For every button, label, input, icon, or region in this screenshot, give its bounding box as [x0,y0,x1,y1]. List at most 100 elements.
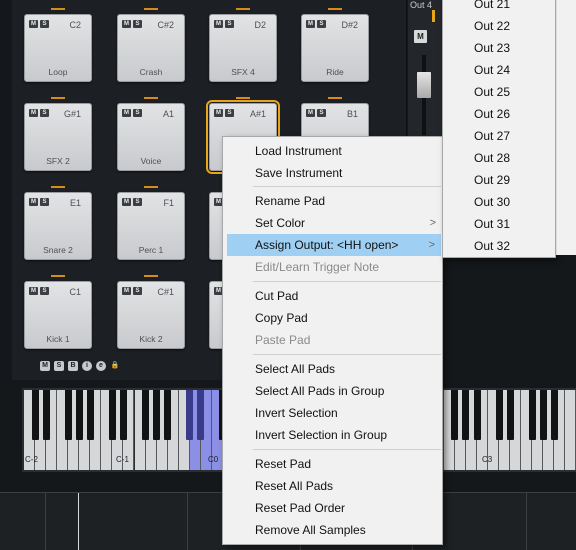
menu-item-set-color[interactable]: Set Color > [223,212,442,234]
pad-note: G#1 [63,109,81,119]
black-key[interactable] [462,390,470,440]
submenu-item-out-21[interactable]: Out 21 [443,0,555,15]
menu-item-edit-learn-trigger-note[interactable]: Edit/Learn Trigger Note [223,256,442,278]
pad-solo-button[interactable]: S [40,198,49,206]
pad-solo-button[interactable]: S [225,109,234,117]
black-key[interactable] [164,390,172,440]
black-key[interactable] [75,390,83,440]
submenu-scrollbar[interactable] [556,0,576,255]
pad-mute-button[interactable]: M [122,109,131,117]
submenu-item-out-22[interactable]: Out 22 [443,15,555,37]
black-key[interactable] [31,390,39,440]
submenu-item-out-26[interactable]: Out 26 [443,103,555,125]
menu-item-assign-output[interactable]: Assign Output: <HH open> > [227,234,441,256]
pad-solo-button[interactable]: S [40,20,49,28]
pad-solo-button[interactable]: S [133,287,142,295]
menu-item-reset-all-pads[interactable]: Reset All Pads [223,475,442,497]
black-key[interactable] [64,390,72,440]
pad-solo-button[interactable]: S [133,198,142,206]
black-key[interactable] [142,390,149,440]
pad-mute-button[interactable]: M [122,287,131,295]
submenu-item-out-32[interactable]: Out 32 [443,235,555,257]
drum-pad[interactable]: M S F1 Perc 1 [117,192,185,260]
submenu-item-out-30[interactable]: Out 30 [443,191,555,213]
black-key[interactable] [528,390,536,440]
drum-pad[interactable]: M S A1 Voice [117,103,185,171]
playhead-cursor[interactable] [78,493,79,550]
pad-solo-button[interactable]: S [317,109,326,117]
pad-mute-button[interactable]: M [29,20,38,28]
lock-icon[interactable]: 🔒 [110,361,120,371]
pad-mute-button[interactable]: M [122,20,131,28]
bypass-icon[interactable]: B [68,361,78,371]
pad-mute-button[interactable]: M [214,20,223,28]
drum-pad[interactable]: M S C#1 Kick 2 [117,281,185,349]
black-key[interactable] [119,390,127,440]
black-key[interactable] [197,390,205,440]
submenu-item-out-24[interactable]: Out 24 [443,59,555,81]
menu-item-save-instrument[interactable]: Save Instrument [223,162,442,184]
submenu-item-out-28[interactable]: Out 28 [443,147,555,169]
pad-mute-button[interactable]: M [29,109,38,117]
volume-fader[interactable] [417,72,431,98]
menu-item-reset-pad[interactable]: Reset Pad [223,453,442,475]
black-key[interactable] [539,390,547,440]
pad-mute-button[interactable]: M [122,198,131,206]
mixer-level-indicator [432,10,435,22]
drum-pad[interactable]: M S C1 Kick 1 [24,281,92,349]
menu-item-rename-pad[interactable]: Rename Pad [223,190,442,212]
menu-item-remove-all-samples[interactable]: Remove All Samples [223,519,442,541]
drum-pad[interactable]: M S C#2 Crash [117,14,185,82]
edit-icon[interactable]: e [96,361,106,371]
menu-item-load-instrument[interactable]: Load Instrument [223,140,442,162]
menu-item-paste-pad[interactable]: Paste Pad [223,329,442,351]
submenu-item-out-27[interactable]: Out 27 [443,125,555,147]
black-key[interactable] [506,390,514,440]
pad-solo-button[interactable]: S [40,109,49,117]
black-key[interactable] [473,390,481,440]
menu-item-invert-selection-in-group[interactable]: Invert Selection in Group [223,424,442,446]
pad-solo-button[interactable]: S [40,287,49,295]
submenu-item-out-29[interactable]: Out 29 [443,169,555,191]
black-key[interactable] [495,390,503,440]
pad-mute-button[interactable]: M [306,20,315,28]
pad-name: Crash [139,67,163,77]
pad-note: A1 [162,109,174,119]
menu-item-select-all-pads-in-group[interactable]: Select All Pads in Group [223,380,442,402]
menu-item-select-all-pads[interactable]: Select All Pads [223,358,442,380]
submenu-item-out-25[interactable]: Out 25 [443,81,555,103]
output-submenu: Out 21 Out 22 Out 23 Out 24 Out 25 Out 2… [442,0,556,258]
pad-mute-button[interactable]: M [29,287,38,295]
mute-all-icon[interactable]: M [40,361,50,371]
drum-pad[interactable]: M S D#2 Ride [301,14,369,82]
black-key[interactable] [153,390,161,440]
pad-solo-button[interactable]: S [317,20,326,28]
black-key[interactable] [451,390,459,440]
black-key[interactable] [108,390,116,440]
info-icon[interactable]: i [82,361,92,371]
drum-pad[interactable]: M S G#1 SFX 2 [24,103,92,171]
black-key[interactable] [86,390,94,440]
menu-item-invert-selection[interactable]: Invert Selection [223,402,442,424]
solo-all-icon[interactable]: S [54,361,64,371]
black-key[interactable] [550,390,558,440]
drum-pad[interactable]: M S D2 SFX 4 [209,14,277,82]
black-key[interactable] [186,390,194,440]
menu-item-cut-pad[interactable]: Cut Pad [223,285,442,307]
drum-pad[interactable]: M S E1 Snare 2 [24,192,92,260]
pad-mute-button[interactable]: M [214,109,223,117]
pad-solo-button[interactable]: S [133,20,142,28]
white-key[interactable] [565,390,576,470]
pad-solo-button[interactable]: S [225,20,234,28]
submenu-item-out-31[interactable]: Out 31 [443,213,555,235]
pad-solo-button[interactable]: S [133,109,142,117]
pad-mute-button[interactable]: M [306,109,315,117]
menu-item-reset-pad-order[interactable]: Reset Pad Order [223,497,442,519]
mixer-mute-button[interactable]: M [414,30,427,43]
submenu-item-out-23[interactable]: Out 23 [443,37,555,59]
pad-indicator [144,97,158,99]
black-key[interactable] [42,390,50,440]
drum-pad[interactable]: M S C2 Loop [24,14,92,82]
pad-mute-button[interactable]: M [29,198,38,206]
menu-item-copy-pad[interactable]: Copy Pad [223,307,442,329]
